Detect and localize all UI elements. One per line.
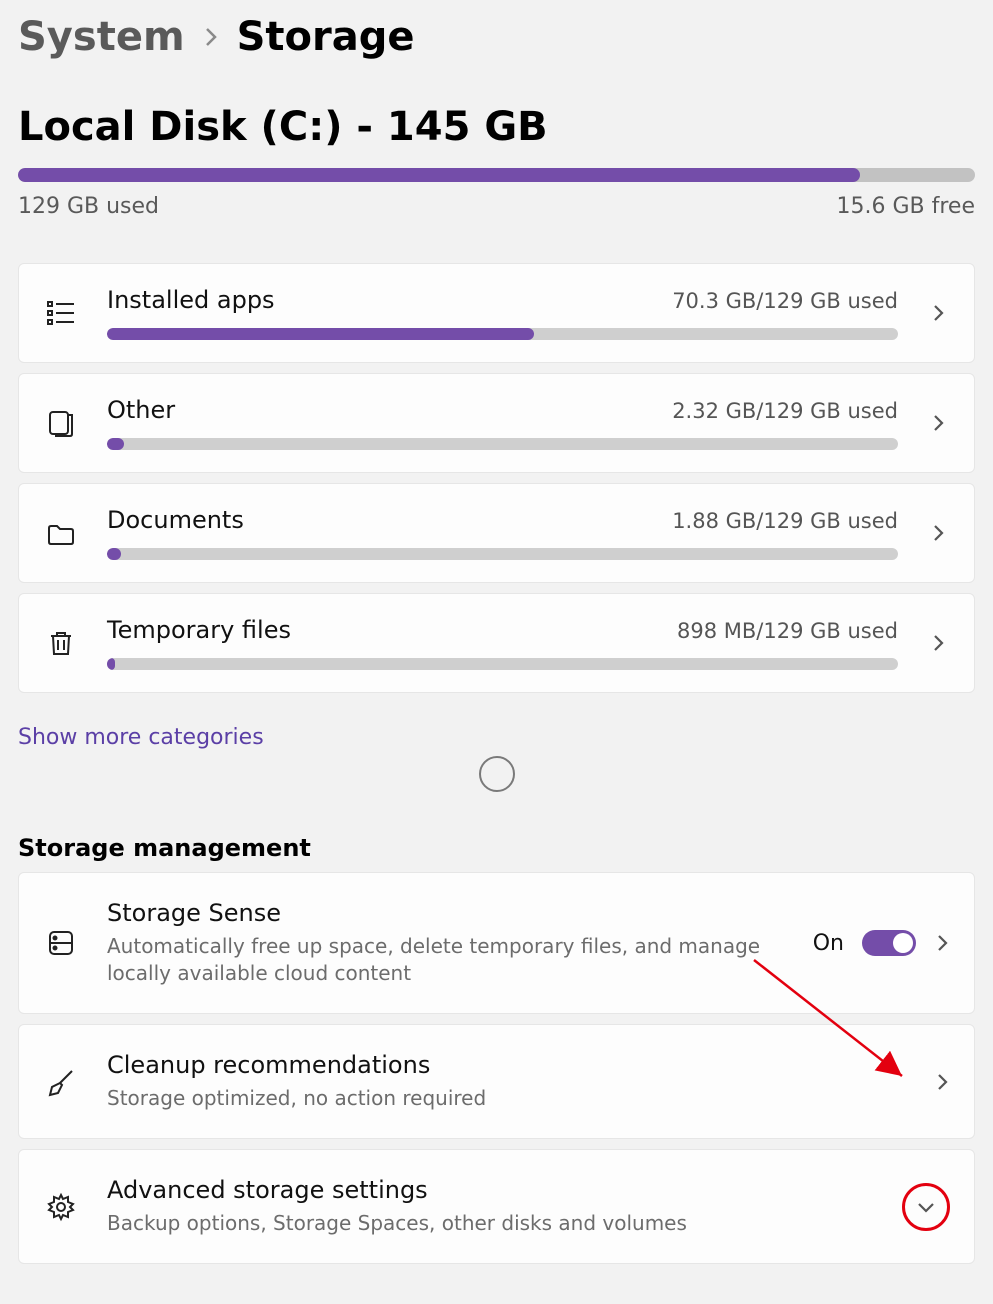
category-usage: 70.3 GB/129 GB used (672, 289, 898, 313)
chevron-right-icon (934, 1071, 950, 1093)
category-label: Temporary files (107, 616, 291, 644)
management-title: Cleanup recommendations (107, 1051, 906, 1079)
management-row-cleanup[interactable]: Cleanup recommendations Storage optimized… (18, 1024, 975, 1139)
breadcrumb-current: Storage (237, 14, 415, 60)
category-row-apps[interactable]: Installed apps 70.3 GB/129 GB used (18, 263, 975, 363)
gear-icon (46, 1192, 76, 1222)
apps-list-icon (46, 298, 76, 328)
category-row-trash[interactable]: Temporary files 898 MB/129 GB used (18, 593, 975, 693)
loading-spinner-icon (479, 756, 515, 792)
storage-drive-icon (46, 928, 76, 958)
show-more-categories-link[interactable]: Show more categories (18, 725, 264, 750)
management-desc: Backup options, Storage Spaces, other di… (107, 1210, 874, 1237)
chevron-right-icon (934, 932, 950, 954)
disk-usage-legend: 129 GB used 15.6 GB free (18, 194, 975, 219)
category-bar-fill (107, 438, 124, 450)
category-usage: 1.88 GB/129 GB used (672, 509, 898, 533)
management-desc: Automatically free up space, delete temp… (107, 933, 785, 987)
management-title: Storage Sense (107, 899, 785, 927)
category-label: Documents (107, 506, 244, 534)
category-label: Installed apps (107, 286, 275, 314)
category-bar (107, 658, 898, 670)
category-bar (107, 438, 898, 450)
chevron-right-icon (930, 302, 946, 324)
chevron-right-icon (930, 522, 946, 544)
breadcrumb-parent[interactable]: System (18, 14, 185, 60)
management-row-advanced[interactable]: Advanced storage settings Backup options,… (18, 1149, 975, 1264)
category-usage: 2.32 GB/129 GB used (672, 399, 898, 423)
pages-icon (46, 408, 76, 438)
category-bar-fill (107, 548, 121, 560)
folder-icon (46, 518, 76, 548)
category-row-other[interactable]: Other 2.32 GB/129 GB used (18, 373, 975, 473)
disk-free-label: 15.6 GB free (837, 194, 976, 219)
disk-title: Local Disk (C:) - 145 GB (18, 104, 975, 150)
storage-management-heading: Storage management (18, 834, 975, 862)
chevron-right-icon (930, 412, 946, 434)
category-bar-fill (107, 658, 115, 670)
disk-used-label: 129 GB used (18, 194, 159, 219)
category-list: Installed apps 70.3 GB/129 GB used Other 2.… (18, 263, 975, 693)
category-row-documents[interactable]: Documents 1.88 GB/129 GB used (18, 483, 975, 583)
management-title: Advanced storage settings (107, 1176, 874, 1204)
toggle-state-label: On (813, 931, 844, 956)
chevron-right-icon (203, 25, 219, 49)
trash-icon (46, 628, 76, 658)
disk-usage-fill (18, 168, 860, 182)
category-label: Other (107, 396, 175, 424)
management-desc: Storage optimized, no action required (107, 1085, 906, 1112)
chevron-right-icon (930, 632, 946, 654)
category-bar (107, 548, 898, 560)
broom-icon (46, 1067, 76, 1097)
management-list: Storage Sense Automatically free up space… (18, 872, 975, 1264)
category-bar (107, 328, 898, 340)
breadcrumb: System Storage (18, 14, 975, 60)
category-bar-fill (107, 328, 534, 340)
storage-sense-toggle[interactable] (862, 930, 916, 956)
annotation-circle (902, 1183, 950, 1231)
management-row-storage-sense[interactable]: Storage Sense Automatically free up space… (18, 872, 975, 1014)
category-usage: 898 MB/129 GB used (677, 619, 898, 643)
disk-usage-bar (18, 168, 975, 182)
